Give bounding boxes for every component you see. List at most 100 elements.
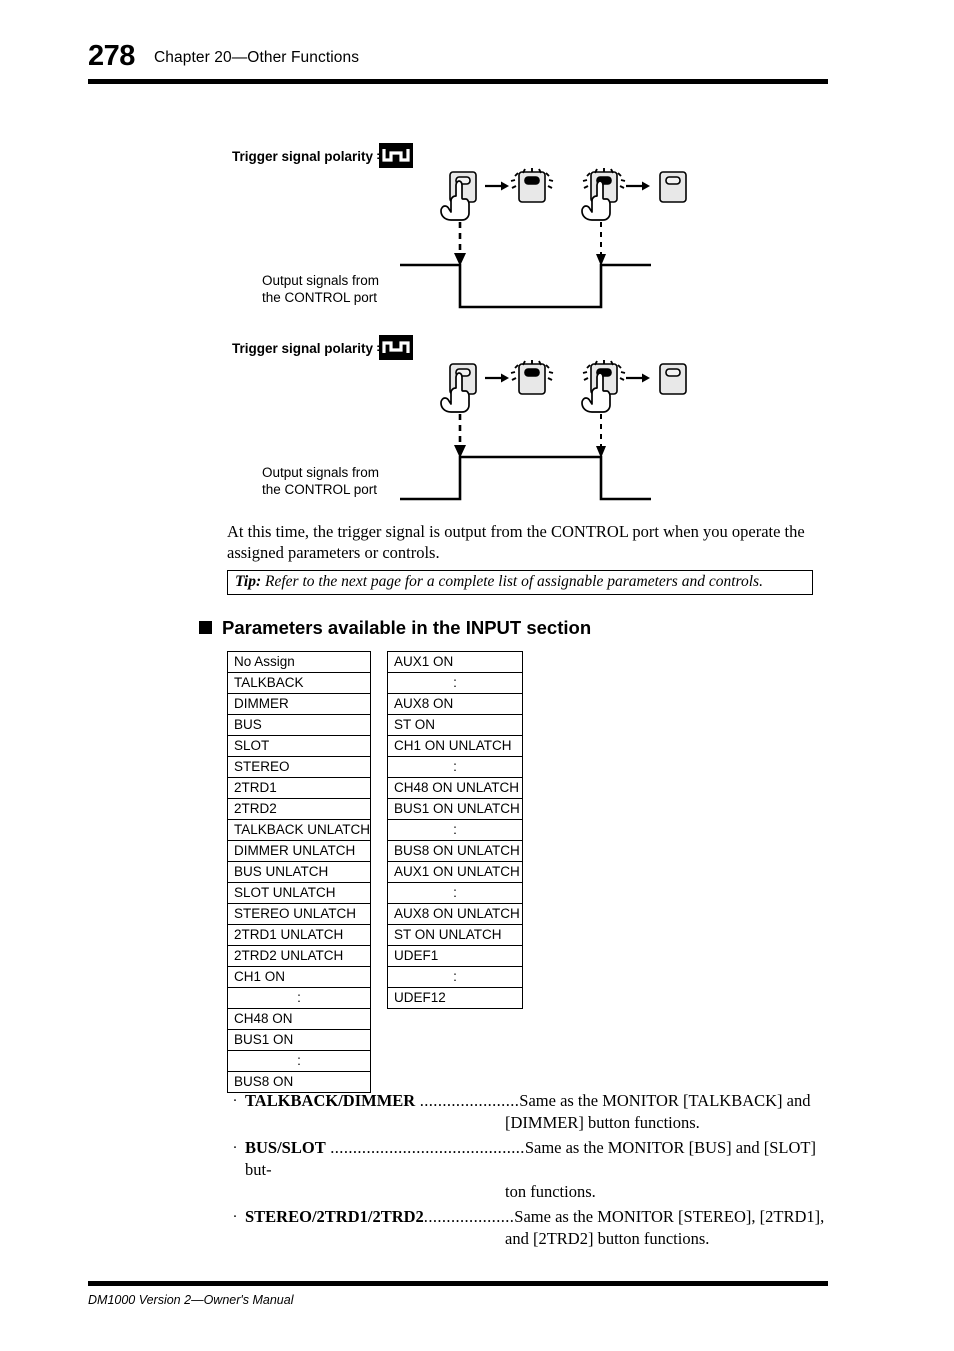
- arrow-right-icon: [485, 373, 509, 383]
- table-cell: BUS8 ON UNLATCH: [387, 840, 523, 862]
- table-row: SLOT: [226, 735, 372, 757]
- table-cell: BUS UNLATCH: [226, 861, 372, 883]
- table-row: :: [226, 1050, 372, 1072]
- output-signal-label: Output signals from the CONTROL port: [262, 273, 379, 306]
- table-cell: CH1 ON: [226, 966, 372, 988]
- table-row: 2TRD1: [226, 777, 372, 799]
- table-cell: CH48 ON: [226, 1008, 372, 1030]
- table-cell: SLOT UNLATCH: [226, 882, 372, 904]
- page-number: 278: [88, 40, 135, 72]
- chapter-title: Chapter 20—Other Functions: [154, 49, 360, 66]
- table-cell: :: [226, 1050, 372, 1072]
- table-row: :: [387, 882, 523, 904]
- header-divider: [88, 79, 828, 84]
- bullet-marker: ·: [232, 1209, 238, 1225]
- list-item: · STEREO/2TRD1/2TRD2....................…: [227, 1206, 827, 1250]
- table-cell: UDEF12: [387, 987, 523, 1009]
- list-item: · TALKBACK/DIMMER ......................…: [227, 1090, 827, 1134]
- leader-dots: ....................: [423, 1207, 515, 1226]
- list-item-term: BUS/SLOT: [245, 1138, 326, 1157]
- table-cell: CH1 ON UNLATCH: [387, 735, 523, 757]
- table-cell: No Assign: [226, 651, 372, 673]
- polarity-label: Trigger signal polarity =: [232, 341, 385, 356]
- figure-trigger-polarity-rising: Trigger signal polarity = Output signals…: [0, 328, 954, 508]
- table-cell: ST ON: [387, 714, 523, 736]
- table-cell: BUS1 ON: [226, 1029, 372, 1051]
- figure-trigger-polarity-falling: Trigger signal polarity = Output signals…: [0, 136, 954, 316]
- table-cell: STEREO: [226, 756, 372, 778]
- parameters-table-left-body: No Assign TALKBACK DIMMER BUS SLOT STEREO 2TRD…: [226, 651, 372, 1093]
- page-header: 278 Chapter 20—Other Functions: [88, 40, 828, 82]
- table-row: AUX8 ON: [387, 693, 523, 715]
- table-cell: :: [387, 672, 523, 694]
- bullet-list: · TALKBACK/DIMMER ......................…: [227, 1090, 827, 1253]
- tip-text: Refer to the next page for a complete li…: [265, 573, 763, 590]
- table-row: AUX8 ON UNLATCH: [387, 903, 523, 925]
- list-item-term: TALKBACK/DIMMER: [245, 1091, 416, 1110]
- bullet-square-icon: [199, 621, 212, 634]
- table-row: DIMMER: [226, 693, 372, 715]
- falling-pulse-icon: [379, 143, 413, 168]
- table-cell: :: [387, 819, 523, 841]
- table-row: UDEF1: [387, 945, 523, 967]
- table-cell: DIMMER UNLATCH: [226, 840, 372, 862]
- table-row: AUX1 ON UNLATCH: [387, 861, 523, 883]
- tip-box: Tip: Refer to the next page for a comple…: [227, 570, 813, 595]
- table-cell: AUX8 ON: [387, 693, 523, 715]
- list-item-term: STEREO/2TRD1/2TRD2: [245, 1207, 424, 1226]
- table-row: STEREO UNLATCH: [226, 903, 372, 925]
- section-heading-text: Parameters available in the INPUT sectio…: [222, 617, 592, 638]
- bullet-marker: ·: [232, 1140, 238, 1156]
- table-cell: 2TRD1: [226, 777, 372, 799]
- table-cell: 2TRD2: [226, 798, 372, 820]
- table-row: BUS1 ON UNLATCH: [387, 798, 523, 820]
- table-row: ST ON UNLATCH: [387, 924, 523, 946]
- table-row: CH1 ON: [226, 966, 372, 988]
- arrow-right-icon: [626, 181, 650, 191]
- list-item-line2: and [2TRD2] button functions.: [505, 1229, 710, 1248]
- output-signal-label: Output signals from the CONTROL port: [262, 465, 379, 498]
- table-row: :: [387, 966, 523, 988]
- list-item-desc: Same as the MONITOR [TALKBACK] and: [519, 1091, 811, 1110]
- section-heading: Parameters available in the INPUT sectio…: [199, 617, 591, 639]
- table-row: DIMMER UNLATCH: [226, 840, 372, 862]
- table-row: SLOT UNLATCH: [226, 882, 372, 904]
- button-unlit-icon: [659, 171, 687, 203]
- table-cell: :: [387, 882, 523, 904]
- parameters-table-left: No Assign TALKBACK DIMMER BUS SLOT STEREO 2TRD…: [226, 651, 372, 1093]
- table-row: BUS8 ON UNLATCH: [387, 840, 523, 862]
- button-lit-icon: [582, 360, 626, 395]
- list-item-line2: ton functions.: [505, 1182, 596, 1201]
- table-cell: STEREO UNLATCH: [226, 903, 372, 925]
- arrow-right-icon: [626, 373, 650, 383]
- leader-dots: ........................................…: [325, 1138, 525, 1157]
- list-item-line1: STEREO/2TRD1/2TRD2....................Sa…: [245, 1206, 827, 1228]
- table-cell: :: [226, 987, 372, 1009]
- footer-divider: [88, 1281, 828, 1286]
- table-row: 2TRD2: [226, 798, 372, 820]
- button-lit-icon: [510, 168, 554, 203]
- list-item-line2: [DIMMER] button functions.: [505, 1113, 700, 1132]
- table-row: ST ON: [387, 714, 523, 736]
- button-lit-icon: [582, 168, 626, 203]
- table-row: BUS: [226, 714, 372, 736]
- tip-label: Tip:: [235, 573, 262, 590]
- table-row: TALKBACK: [226, 672, 372, 694]
- table-cell: BUS: [226, 714, 372, 736]
- button-unlit-icon: [659, 363, 687, 395]
- table-row: :: [226, 987, 372, 1009]
- table-cell: UDEF1: [387, 945, 523, 967]
- button-lit-icon: [510, 360, 554, 395]
- rising-pulse-icon: [379, 335, 413, 360]
- table-row: :: [387, 756, 523, 778]
- table-cell: :: [387, 966, 523, 988]
- arrow-right-icon: [485, 181, 509, 191]
- list-item: · BUS/SLOT .............................…: [227, 1137, 827, 1203]
- table-cell: SLOT: [226, 735, 372, 757]
- list-item-desc: Same as the MONITOR [STEREO], [2TRD1],: [514, 1207, 825, 1226]
- table-row: AUX1 ON: [387, 651, 523, 673]
- table-row: 2TRD2 UNLATCH: [226, 945, 372, 967]
- table-cell: DIMMER: [226, 693, 372, 715]
- output-signal-label-line1: Output signals from: [262, 465, 380, 480]
- output-signal-label-line2: the CONTROL port: [262, 481, 378, 497]
